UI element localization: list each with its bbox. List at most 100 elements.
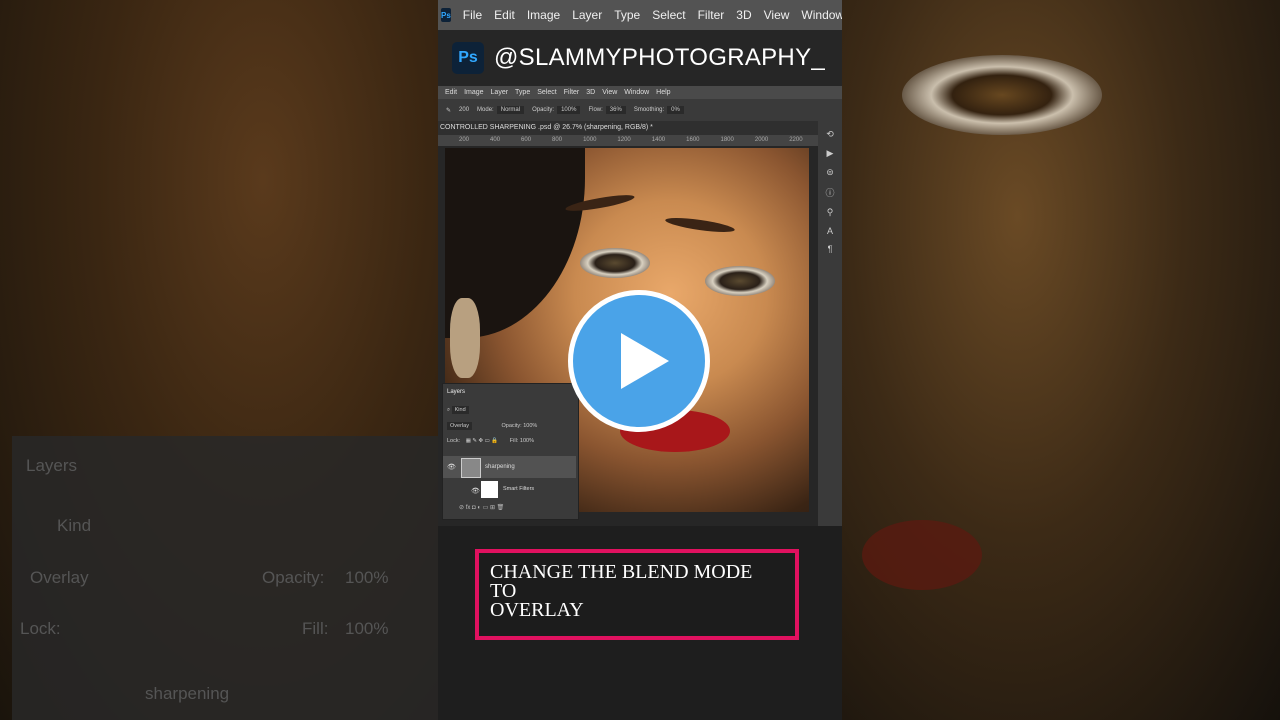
menu-filter[interactable]: Filter [698,8,725,22]
inner-menu-help[interactable]: Help [656,89,670,96]
blend-mode-dropdown[interactable]: Overlay [447,422,472,430]
play-icon [621,333,669,389]
mode-label: Mode: [477,107,494,113]
smart-filters-eye-icon[interactable]: 👁 [471,487,480,495]
menu-window[interactable]: Window [801,8,842,22]
smart-filters-row[interactable]: 👁 Smart Filters [443,480,576,500]
ruler-tick: 800 [552,137,563,143]
inner-menu-filter[interactable]: Filter [564,89,580,96]
mode-dropdown[interactable]: Normal [496,106,525,114]
lock-label: Lock: [447,438,461,444]
menu-type[interactable]: Type [614,8,640,22]
photoshop-menubar: Ps File Edit Image Layer Type Select Fil… [438,0,842,30]
blurred-opacity-value: 100% [345,568,389,587]
inner-menu-image[interactable]: Image [464,89,483,96]
ruler-tick: 200 [459,137,470,143]
document-tab[interactable]: CONTROLLED SHARPENING .psd @ 26.7% (shar… [438,121,818,135]
blurred-fill-label: Fill: [302,619,329,638]
menu-edit[interactable]: Edit [494,8,515,22]
fill-value[interactable]: 100% [520,438,534,444]
adjust-icon[interactable]: ⚲ [818,207,842,218]
blurred-layers-title: Layers [26,456,78,475]
inner-menu-type[interactable]: Type [515,89,530,96]
layer-row-sharpening[interactable]: 👁 sharpening [443,456,576,478]
history-icon[interactable]: ⟲ [818,129,842,140]
layer-name: sharpening [485,464,515,470]
channel-header: Ps @SLAMMYPHOTOGRAPHY_ [438,30,842,86]
menu-image[interactable]: Image [527,8,560,22]
smoothing-label: Smoothing: [633,107,665,113]
layers-opacity-label: Opacity: [501,423,522,429]
layers-kind-dropdown[interactable]: Kind [451,406,469,414]
layer-thumbnail [461,458,481,478]
blurred-eye [902,55,1102,135]
visibility-eye-icon[interactable]: 👁 [447,463,456,471]
ruler-tick: 1600 [686,137,700,143]
inner-menu-select[interactable]: Select [537,89,556,96]
search-icon: ⌕ [447,407,451,413]
ruler-tick: 2000 [754,137,769,143]
properties-icon[interactable]: ⊜ [818,167,842,178]
menu-select[interactable]: Select [652,8,685,22]
layers-filter-row: ⌕ Kind [447,406,469,414]
menu-3d[interactable]: 3D [736,8,751,22]
inner-menu-window[interactable]: Window [624,89,649,96]
ruler-tick: 1200 [617,137,631,143]
inner-photoshop-menubar: Edit Image Layer Type Select Filter 3D V… [438,86,842,99]
character-icon[interactable]: A [818,226,842,236]
channel-handle: @SLAMMYPHOTOGRAPHY_ [494,44,826,71]
menu-view[interactable]: View [764,8,790,22]
ruler-tick: 1800 [720,137,734,143]
inner-menu-edit[interactable]: Edit [445,89,457,96]
layers-panel: Layers ⌕ Kind Overlay Opacity: 100% Lock… [442,383,579,520]
blurred-blend-mode: Overlay [30,568,89,587]
ruler-tick: 1000 [583,137,597,143]
smoothing-field[interactable]: 0% [667,106,684,114]
blurred-opacity-label: Opacity: [262,568,325,587]
smart-filters-label: Smart Filters [503,486,535,492]
photoshop-logo-icon: Ps [452,42,484,74]
blurred-layers-panel: Layers Kind Overlay Opacity: 100% Lock: … [12,436,438,720]
layers-panel-footer-icons[interactable]: ⊘ fx ◘ ◐ ▭ ⊞ 🗑 [443,504,592,517]
inner-menu-3d[interactable]: 3D [586,89,595,96]
blurred-layer-name: sharpening [145,684,230,703]
smart-filter-mask-thumbnail [481,481,498,498]
inner-menu-layer[interactable]: Layer [491,89,509,96]
opacity-field[interactable]: 100% [557,106,581,114]
video-frame: Ps File Edit Image Layer Type Select Fil… [438,0,842,720]
blurred-lips [862,520,982,590]
layers-opacity-value[interactable]: 100% [523,423,537,429]
menu-file[interactable]: File [463,8,482,22]
lock-icons[interactable]: ▦ ✎ ✥ ▭ 🔒 [466,438,499,444]
brush-tool-icon[interactable]: ✎ [446,107,451,114]
layers-lock-row: Lock: ▦ ✎ ✥ ▭ 🔒 Fill: 100% [447,438,534,444]
document-tab-title: CONTROLLED SHARPENING .psd @ 26.7% (shar… [440,124,653,131]
layers-blend-row: Overlay Opacity: 100% [447,422,537,430]
photo-left-eye [580,248,650,278]
photo-right-eye [705,266,775,296]
caption-text: CHANGE THE BLEND MODE TO OVERLAY [490,561,753,621]
menu-layer[interactable]: Layer [572,8,602,22]
blurred-lock-label: Lock: [20,619,61,638]
tool-options-bar: ✎ 200 Mode: Normal Opacity: 100% Flow: 3… [438,99,842,121]
video-play-button[interactable] [568,290,710,432]
tutorial-caption-box: CHANGE THE BLEND MODE TO OVERLAY [475,549,799,640]
flow-field[interactable]: 36% [605,106,626,114]
ruler-tick: 2200 [789,137,803,143]
blurred-fill-value: 100% [345,619,389,638]
photoshop-app-icon: Ps [441,8,451,22]
photo-earring [450,298,480,378]
horizontal-ruler: 200 400 600 800 1000 1200 1400 1600 1800… [438,135,818,146]
info-icon[interactable]: ⓘ [818,186,842,199]
inner-menu-view[interactable]: View [602,89,617,96]
paragraph-icon[interactable]: ¶ [818,244,842,254]
fill-label: Fill: [509,438,519,444]
blurred-background-left: Layers Kind Overlay Opacity: 100% Lock: … [0,0,438,720]
ruler-tick: 400 [490,137,501,143]
right-panel-strip: ⟲ ▶ ⊜ ⓘ ⚲ A ¶ [818,121,842,526]
photo-right-brow [664,215,736,235]
play-action-icon[interactable]: ▶ [818,148,842,159]
brush-size[interactable]: 200 [459,107,469,113]
ruler-tick: 1400 [651,137,666,143]
layers-panel-title: Layers [447,389,466,395]
